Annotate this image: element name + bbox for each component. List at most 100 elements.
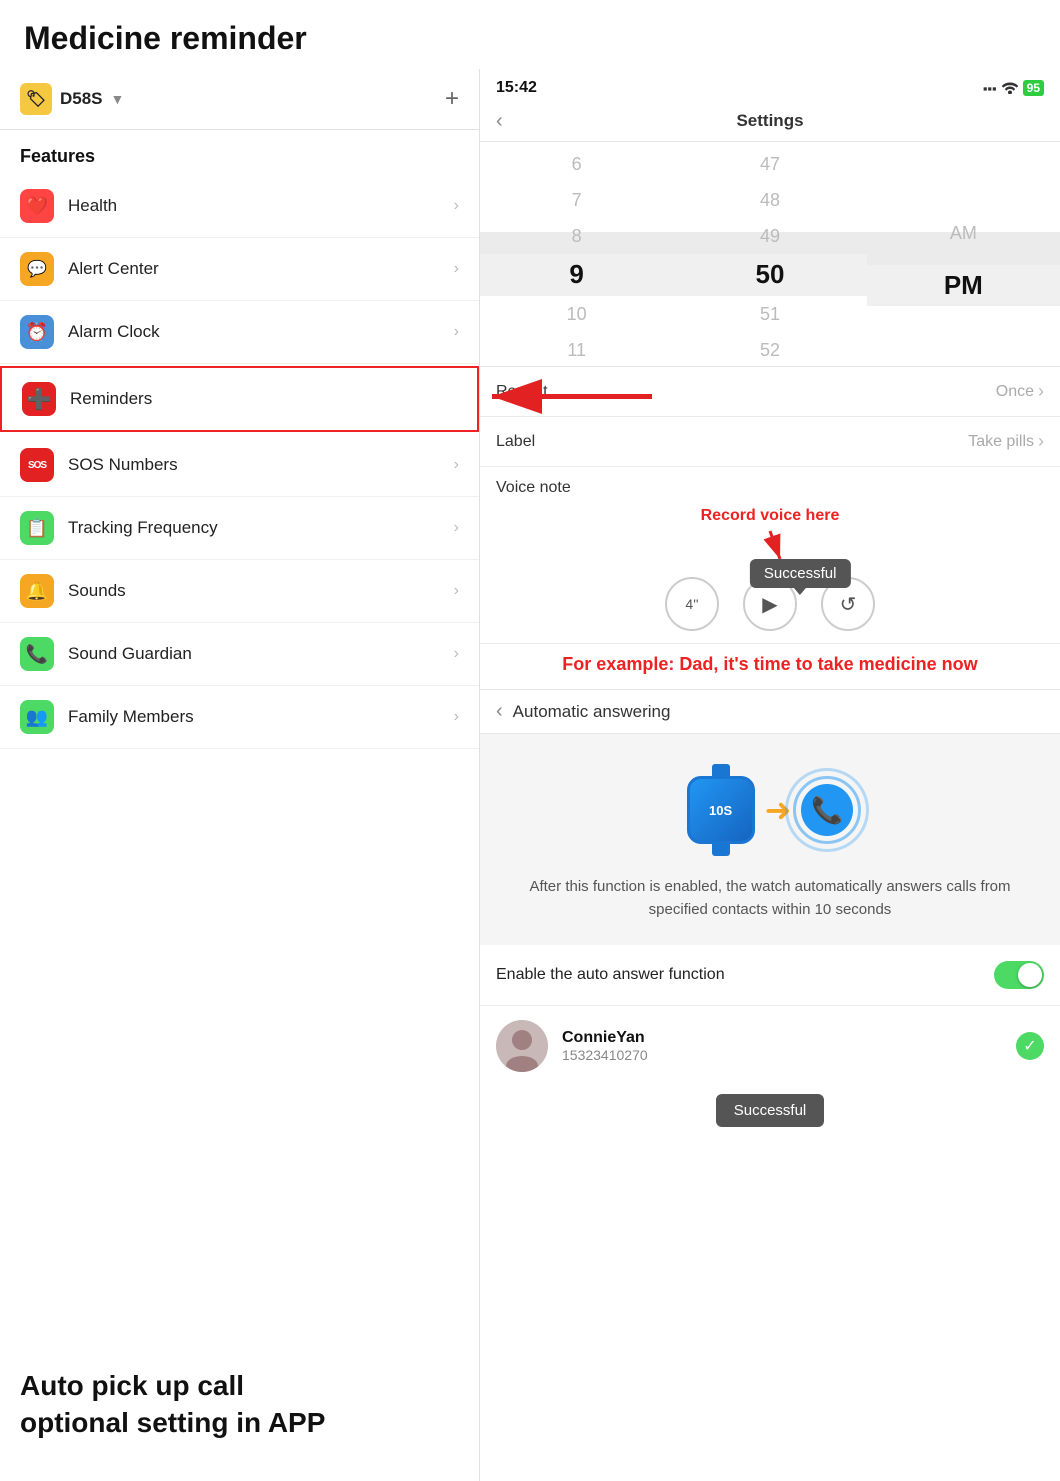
family-members-label: Family Members: [68, 707, 194, 727]
features-label: Features: [0, 130, 479, 175]
hour-9-selected[interactable]: 9: [480, 254, 673, 296]
minutes-column[interactable]: 47 48 49 50 51 52 53: [673, 142, 866, 366]
family-members-icon: 👥: [20, 700, 54, 734]
alert-center-label: Alert Center: [68, 259, 159, 279]
toggle-knob: [1018, 963, 1042, 987]
auto-answering-back-button[interactable]: ‹: [496, 700, 503, 723]
chevron-right-icon: ›: [1038, 381, 1044, 402]
min-52[interactable]: 52: [673, 332, 866, 366]
am-option[interactable]: AM: [867, 202, 1060, 265]
sos-icon: SOS: [20, 448, 54, 482]
example-text: For example: Dad, it's time to take medi…: [480, 644, 1060, 689]
red-arrow-annotation: [482, 375, 657, 424]
auto-pickup-line1: Auto pick up call: [20, 1368, 325, 1404]
sound-guardian-label: Sound Guardian: [68, 644, 192, 664]
auto-desc: After this function is enabled, the watc…: [500, 876, 1040, 921]
left-column: 🏷 D58S ▼ + Features ❤️ Health › 💬: [0, 69, 480, 1481]
health-label: Health: [68, 196, 117, 216]
tracking-frequency-icon: 📋: [20, 511, 54, 545]
chevron-right-icon: ›: [454, 519, 459, 537]
label-value: Take pills ›: [968, 431, 1044, 452]
health-icon: ❤️: [20, 189, 54, 223]
time-picker[interactable]: 6 7 8 9 10 11 12 47 48 49 50 51 52 53: [480, 142, 1060, 367]
tracking-frequency-label: Tracking Frequency: [68, 518, 218, 538]
hours-column[interactable]: 6 7 8 9 10 11 12: [480, 142, 673, 366]
contact-row[interactable]: ConnieYan 15323410270 ✓: [480, 1006, 1060, 1086]
voice-duration: 4'': [665, 577, 719, 631]
min-48[interactable]: 48: [673, 182, 866, 218]
sos-numbers-label: SOS Numbers: [68, 455, 178, 475]
voice-note-section: Voice note Record voice here Successful: [480, 467, 1060, 644]
auto-pickup-line2: optional setting in APP: [20, 1405, 325, 1441]
hour-7[interactable]: 7: [480, 182, 673, 218]
sidebar-item-health[interactable]: ❤️ Health ›: [0, 175, 479, 238]
alarm-clock-icon: ⏰: [20, 315, 54, 349]
sidebar-item-alarm-clock[interactable]: ⏰ Alarm Clock ›: [0, 301, 479, 364]
page-title: Medicine reminder: [0, 0, 1060, 69]
min-47[interactable]: 47: [673, 146, 866, 182]
signal-icon: ▪▪▪: [983, 81, 997, 96]
bottom-tooltip-container: Successful: [480, 1086, 1060, 1145]
ampm-column[interactable]: AM PM: [867, 142, 1060, 366]
alarm-clock-label: Alarm Clock: [68, 322, 160, 342]
voice-note-label: Voice note: [496, 479, 1044, 497]
sound-guardian-icon: 📞: [20, 637, 54, 671]
chevron-right-icon: ›: [454, 456, 459, 474]
repeat-value: Once ›: [996, 381, 1044, 402]
label-field-label: Label: [496, 433, 535, 451]
watch-illustration: 10S: [687, 764, 755, 856]
min-49[interactable]: 49: [673, 218, 866, 254]
label-row[interactable]: Label Take pills ›: [480, 417, 1060, 467]
watch-face: 10S: [687, 776, 755, 844]
contact-info: ConnieYan 15323410270: [562, 1029, 1002, 1063]
device-name-label: D58S: [60, 89, 103, 109]
right-column: 15:42 ▪▪▪ 95 ‹ Settings 6 7: [480, 69, 1060, 1481]
sidebar-item-tracking-frequency[interactable]: 📋 Tracking Frequency ›: [0, 497, 479, 560]
chevron-right-icon: ›: [454, 582, 459, 600]
auto-answering-content: 10S ➜ 📞 After this function is enabled, …: [480, 734, 1060, 945]
enable-toggle-row[interactable]: Enable the auto answer function: [480, 945, 1060, 1006]
add-button[interactable]: +: [445, 85, 459, 113]
auto-answering-nav: ‹ Automatic answering: [480, 689, 1060, 734]
settings-nav: ‹ Settings: [480, 103, 1060, 142]
device-name-row[interactable]: 🏷 D58S ▼: [20, 83, 124, 115]
auto-answer-toggle[interactable]: [994, 961, 1044, 989]
status-icons: ▪▪▪ 95: [983, 80, 1044, 97]
pm-option-selected[interactable]: PM: [867, 265, 1060, 307]
min-51[interactable]: 51: [673, 296, 866, 332]
battery-badge: 95: [1023, 80, 1044, 96]
sounds-icon: 🔔: [20, 574, 54, 608]
sidebar-item-sos-numbers[interactable]: SOS SOS Numbers ›: [0, 434, 479, 497]
bottom-tooltip: Successful: [716, 1094, 825, 1127]
auto-answering-title: Automatic answering: [513, 702, 671, 722]
menu-list: ❤️ Health › 💬 Alert Center › ⏰ Alarm Clo…: [0, 175, 479, 749]
hour-10[interactable]: 10: [480, 296, 673, 332]
sidebar-item-alert-center[interactable]: 💬 Alert Center ›: [0, 238, 479, 301]
sidebar-item-reminders[interactable]: ➕ Reminders: [0, 366, 479, 432]
chevron-right-icon: ›: [454, 323, 459, 341]
hour-8[interactable]: 8: [480, 218, 673, 254]
settings-back-button[interactable]: ‹: [496, 110, 503, 133]
device-header: 🏷 D58S ▼ +: [0, 69, 479, 130]
chevron-right-icon: ›: [454, 197, 459, 215]
enable-label: Enable the auto answer function: [496, 966, 725, 984]
sidebar-item-sound-guardian[interactable]: 📞 Sound Guardian ›: [0, 623, 479, 686]
auto-pickup-section: Auto pick up call optional setting in AP…: [0, 749, 479, 1481]
sidebar-item-family-members[interactable]: 👥 Family Members ›: [0, 686, 479, 749]
settings-title: Settings: [736, 111, 803, 131]
contact-check-icon[interactable]: ✓: [1016, 1032, 1044, 1060]
contact-phone: 15323410270: [562, 1047, 1002, 1063]
min-50-selected[interactable]: 50: [673, 254, 866, 296]
sounds-label: Sounds: [68, 581, 126, 601]
reminders-icon: ➕: [22, 382, 56, 416]
hour-11[interactable]: 11: [480, 332, 673, 366]
chevron-right-icon: ›: [454, 260, 459, 278]
reminders-label: Reminders: [70, 389, 152, 409]
watch-band-bottom: [712, 844, 730, 856]
contact-name: ConnieYan: [562, 1029, 1002, 1047]
watch-band-top: [712, 764, 730, 776]
alert-center-icon: 💬: [20, 252, 54, 286]
voice-tooltip: Successful: [750, 559, 851, 588]
sidebar-item-sounds[interactable]: 🔔 Sounds ›: [0, 560, 479, 623]
hour-6[interactable]: 6: [480, 146, 673, 182]
